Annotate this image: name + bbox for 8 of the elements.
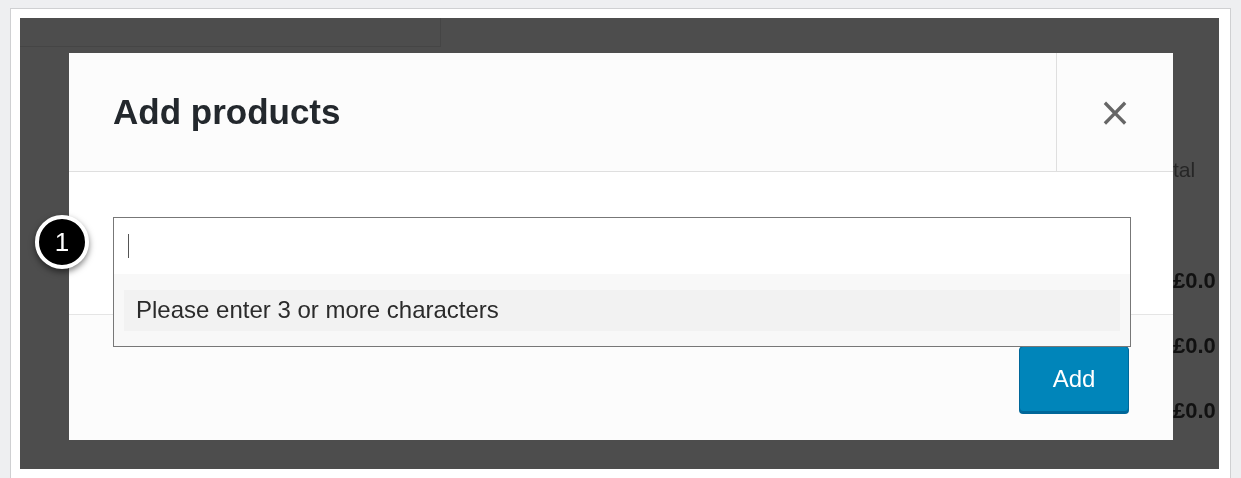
total-value: £0.0 [1173,268,1217,295]
add-button[interactable]: Add [1019,346,1129,412]
text-cursor [128,234,129,258]
dropdown-message: Please enter 3 or more characters [124,290,1120,331]
total-value: £0.0 [1173,333,1217,360]
total-value: £0.0 [1173,398,1217,425]
search-field[interactable] [114,218,1130,274]
dialog-title: Add products [112,91,342,133]
